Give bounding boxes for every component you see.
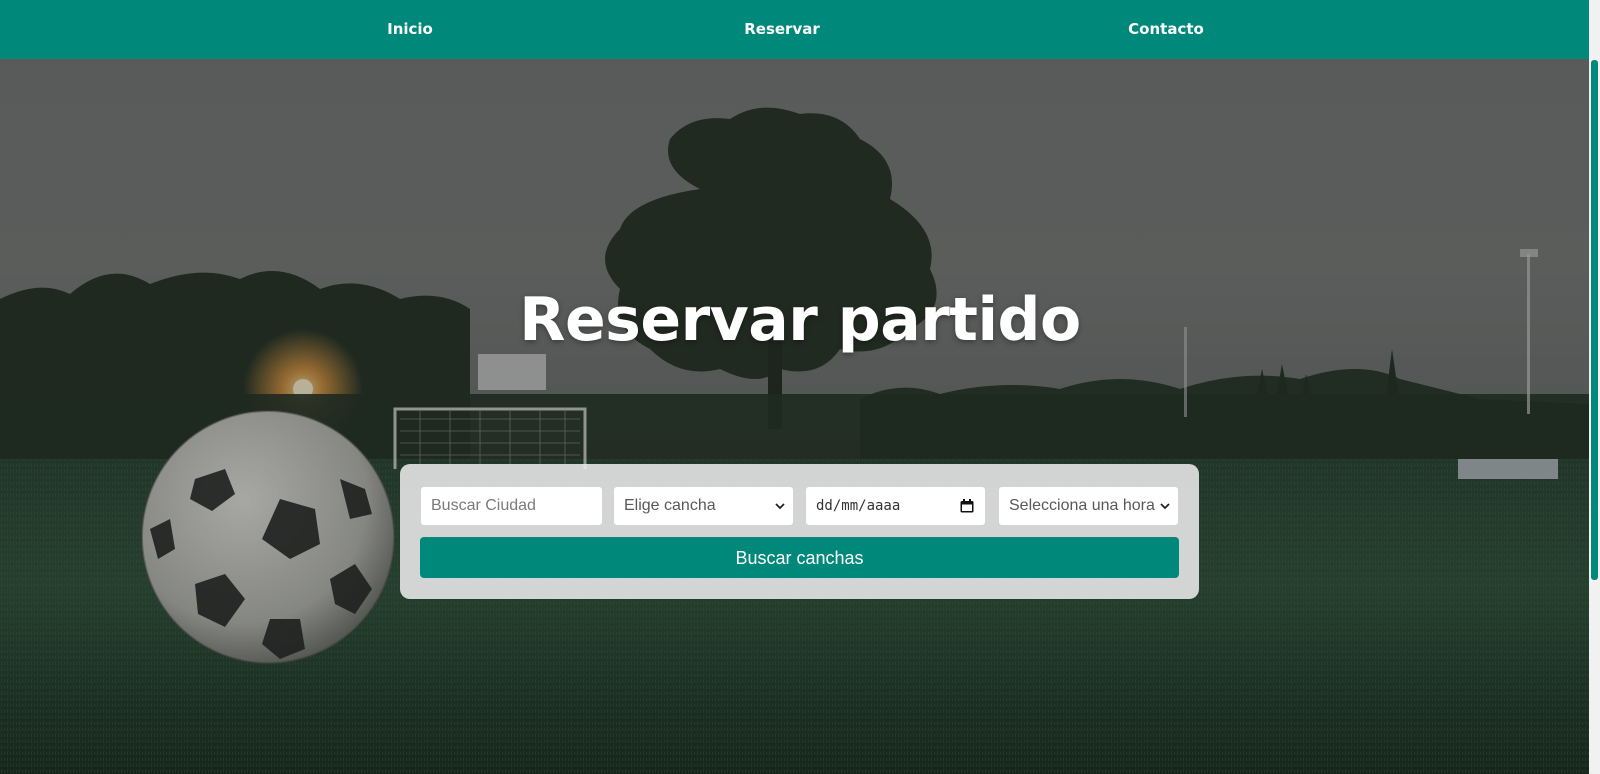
date-input-value: dd/mm/aaaa xyxy=(816,498,901,514)
chevron-down-icon xyxy=(775,503,785,510)
city-search-placeholder: Buscar Ciudad xyxy=(431,497,536,514)
hero-section xyxy=(0,59,1589,774)
nav-link-reservar[interactable]: Reservar xyxy=(744,0,820,59)
search-form: Buscar Ciudad Elige cancha dd/mm/aaaa Se… xyxy=(400,464,1199,599)
court-select[interactable]: Elige cancha xyxy=(613,486,794,526)
chevron-down-icon xyxy=(1160,503,1170,510)
date-input[interactable]: dd/mm/aaaa xyxy=(805,486,986,526)
time-select[interactable]: Selecciona una hora xyxy=(998,486,1179,526)
search-courts-button[interactable]: Buscar canchas xyxy=(420,537,1179,578)
hero-overlay xyxy=(0,59,1589,774)
time-select-value: Selecciona una hora xyxy=(1009,497,1155,514)
nav-link-contacto[interactable]: Contacto xyxy=(1128,0,1204,59)
calendar-icon[interactable] xyxy=(959,498,975,514)
court-select-value: Elige cancha xyxy=(624,497,716,514)
page-title: Reservar partido xyxy=(519,285,1081,355)
page-scrollbar-thumb[interactable] xyxy=(1591,60,1598,580)
page: Inicio Reservar Contacto Reservar partid… xyxy=(0,0,1600,774)
nav-link-inicio[interactable]: Inicio xyxy=(387,0,433,59)
city-search-input[interactable]: Buscar Ciudad xyxy=(420,486,603,526)
top-navbar: Inicio Reservar Contacto xyxy=(0,0,1589,59)
